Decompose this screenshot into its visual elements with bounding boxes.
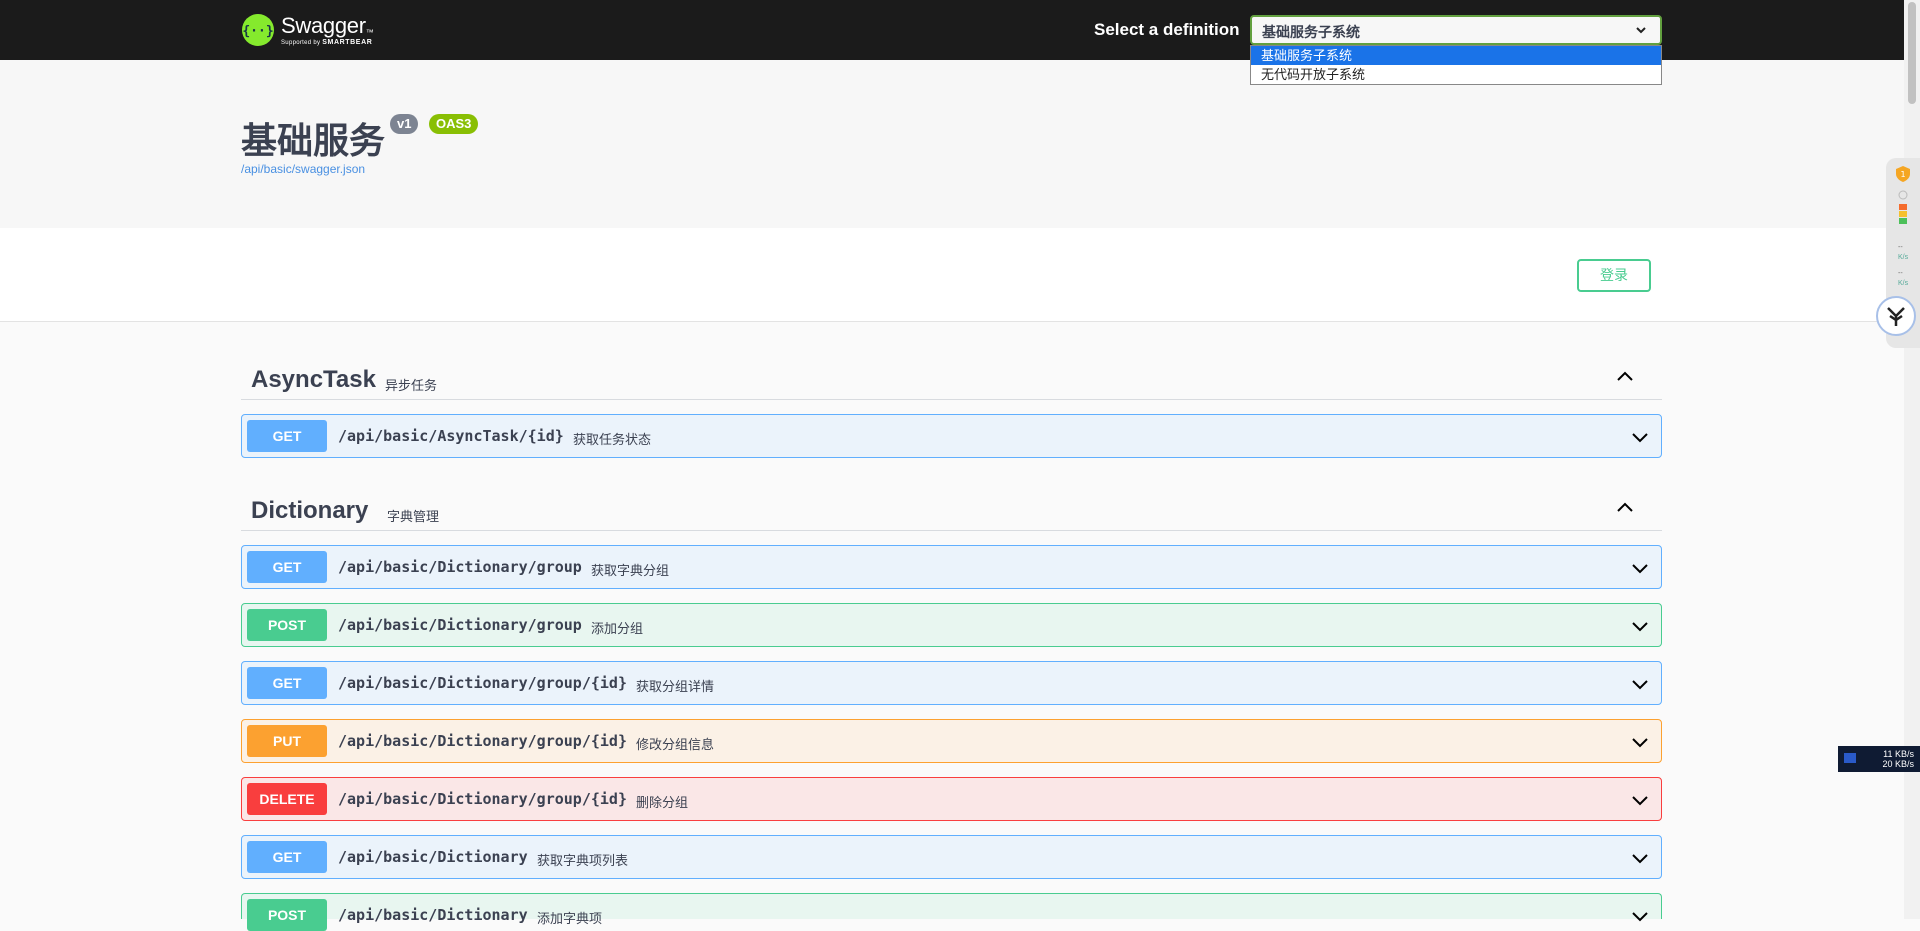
operation-path: /api/basic/Dictionary/group/{id}: [338, 674, 627, 692]
operation-path: /api/basic/Dictionary/group: [338, 616, 582, 634]
svg-text:{··}: {··}: [242, 24, 273, 39]
operation-path: /api/basic/Dictionary: [338, 906, 528, 924]
operation-row[interactable]: POST /api/basic/Dictionary/group 添加分组: [241, 603, 1662, 647]
chevron-down-icon[interactable]: [1631, 559, 1649, 577]
operation-row[interactable]: GET /api/basic/Dictionary 获取字典项列表: [241, 835, 1662, 879]
tag-description: 异步任务: [385, 378, 438, 393]
chevron-down-icon[interactable]: [1631, 791, 1649, 809]
operation-row[interactable]: POST /api/basic/Dictionary 添加字典项: [241, 893, 1662, 931]
login-button[interactable]: 登录: [1577, 259, 1651, 292]
scrollbar-thumb[interactable]: [1908, 2, 1916, 104]
swagger-logo[interactable]: {··} Swagger™ Supported by SMARTBEAR: [241, 10, 374, 50]
definition-label: Select a definition: [1094, 20, 1240, 39]
chevron-down-icon[interactable]: [1631, 675, 1649, 693]
method-badge: POST: [247, 609, 327, 641]
page-scrollbar[interactable]: [1904, 0, 1920, 919]
svg-text:1: 1: [1900, 170, 1905, 179]
operation-summary: 获取任务状态: [573, 432, 652, 447]
info-icon: [1898, 190, 1908, 200]
network-icon: [1844, 753, 1856, 763]
chevron-down-icon[interactable]: [1631, 617, 1649, 635]
operation-path: /api/basic/Dictionary/group/{id}: [338, 790, 627, 808]
logo-supported-by: Supported by SMARTBEAR: [281, 38, 373, 46]
method-badge: GET: [247, 841, 327, 873]
definition-dropdown: 基础服务子系统 无代码开放子系统: [1250, 45, 1662, 85]
method-badge: PUT: [247, 725, 327, 757]
definition-option[interactable]: 基础服务子系统: [1251, 46, 1661, 65]
definition-select[interactable]: 基础服务子系统: [1250, 15, 1662, 45]
operation-path: /api/basic/Dictionary/group: [338, 558, 582, 576]
upload-speed: 11 KB/s: [1883, 749, 1914, 759]
method-badge: DELETE: [247, 783, 327, 815]
method-badge: GET: [247, 667, 327, 699]
method-badge: POST: [247, 899, 327, 931]
logo-name: Swagger™: [281, 12, 374, 38]
tag-name: Dictionary: [251, 497, 369, 524]
operation-summary: 获取字典项列表: [537, 853, 629, 868]
operation-summary: 获取分组详情: [636, 679, 715, 694]
chevron-down-icon[interactable]: [1631, 907, 1649, 925]
speed-unit: K/s: [1898, 254, 1909, 261]
speed-unit: K/s: [1898, 280, 1909, 287]
method-badge: GET: [247, 551, 327, 583]
chevron-down-icon[interactable]: [1631, 733, 1649, 751]
network-speed-widget: 11 KB/s 20 KB/s: [1838, 746, 1920, 772]
operation-row[interactable]: GET /api/basic/AsyncTask/{id} 获取任务状态: [241, 414, 1662, 458]
operation-row[interactable]: GET /api/basic/Dictionary/group 获取字典分组: [241, 545, 1662, 589]
shield-icon: 1: [1896, 166, 1910, 182]
chevron-down-icon[interactable]: [1631, 849, 1649, 867]
operation-path: /api/basic/Dictionary: [338, 848, 528, 866]
operation-row[interactable]: GET /api/basic/Dictionary/group/{id} 获取分…: [241, 661, 1662, 705]
operation-summary: 删除分组: [636, 795, 689, 810]
operation-summary: 修改分组信息: [636, 737, 715, 752]
chevron-up-icon[interactable]: [1616, 368, 1634, 386]
method-badge: GET: [247, 420, 327, 452]
oas-badge: OAS3: [429, 114, 479, 134]
chevron-up-icon[interactable]: [1616, 499, 1634, 517]
swagger-logo-icon: {··}: [242, 14, 274, 46]
download-speed: 20 KB/s: [1882, 759, 1914, 769]
operation-row[interactable]: PUT /api/basic/Dictionary/group/{id} 修改分…: [241, 719, 1662, 763]
operation-path: /api/basic/Dictionary/group/{id}: [338, 732, 627, 750]
definition-option[interactable]: 无代码开放子系统: [1251, 65, 1661, 84]
operation-summary: 获取字典分组: [591, 563, 670, 578]
page-title: 基础服务: [241, 121, 386, 162]
operation-path: /api/basic/AsyncTask/{id}: [338, 427, 564, 445]
api-info: 基础服务 v1 OAS3 /api/basic/swagger.json: [0, 60, 1904, 228]
assistant-floating-button[interactable]: [1876, 296, 1916, 336]
chevron-down-icon[interactable]: [1631, 428, 1649, 446]
auth-section: 登录: [0, 228, 1904, 322]
tag-name: AsyncTask: [251, 366, 376, 393]
definition-selected-value: 基础服务子系统: [1262, 24, 1360, 40]
traffic-light-icon: [1899, 204, 1907, 224]
operation-summary: 添加分组: [591, 621, 644, 636]
speed-value: --: [1898, 244, 1903, 251]
operation-summary: 添加字典项: [537, 911, 603, 926]
assistant-logo-icon: [1887, 307, 1905, 326]
chevron-down-icon: [1636, 27, 1646, 34]
tag-header-dictionary[interactable]: Dictionary 字典管理: [241, 483, 1662, 531]
version-badge: v1: [390, 114, 419, 134]
tag-description: 字典管理: [387, 509, 440, 524]
speed-value: --: [1898, 270, 1903, 277]
tag-header-asynctask[interactable]: AsyncTask 异步任务: [241, 352, 1662, 400]
spec-url-link[interactable]: /api/basic/swagger.json: [241, 162, 365, 176]
operation-row[interactable]: DELETE /api/basic/Dictionary/group/{id} …: [241, 777, 1662, 821]
